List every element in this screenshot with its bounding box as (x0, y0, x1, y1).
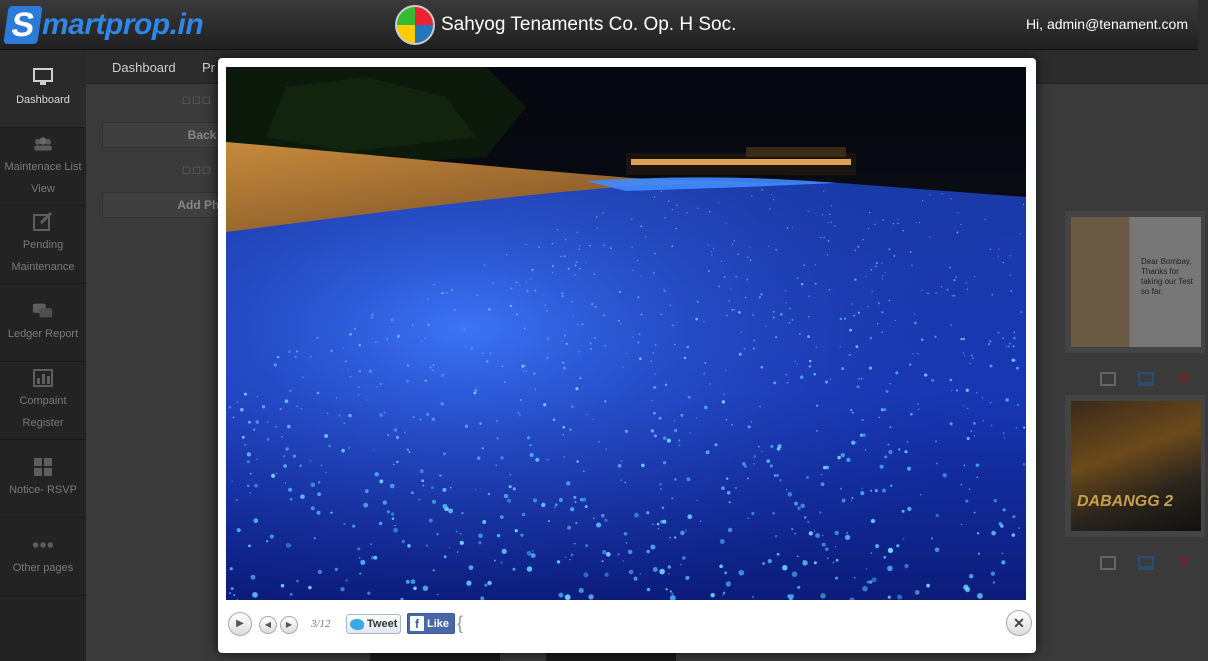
sidebar-item-pending-maintenance[interactable]: Pending Maintenance (0, 206, 86, 284)
sidebar-item-complaint-register[interactable]: Compaint Register (0, 362, 86, 440)
thumbnail-image: Dear Bombay, Thanks for taking our Test … (1071, 217, 1201, 347)
twitter-bird-icon (350, 618, 364, 630)
thumbnail-toolbar: ✕ (1100, 371, 1192, 387)
tweet-label: Tweet (367, 618, 398, 630)
gallery-thumbnail[interactable]: DABANGG 2 (1064, 394, 1206, 538)
sidebar-item-ledger-report[interactable]: Ledger Report (0, 284, 86, 362)
previous-button[interactable]: ◀ (259, 616, 277, 634)
top-header: S martprop.in Sahyog Tenaments Co. Op. H… (0, 0, 1208, 50)
bioluminescent-beach-photo (226, 67, 1026, 600)
edit-icon[interactable] (1100, 372, 1116, 386)
lightbox-photo[interactable] (226, 67, 1026, 600)
society-header: Sahyog Tenaments Co. Op. H Soc. (395, 4, 736, 46)
delete-icon[interactable]: ✕ (1176, 371, 1192, 387)
logo-text: martprop.in (42, 8, 204, 41)
smartprop-logo[interactable]: S martprop.in (3, 6, 204, 44)
edit-icon[interactable] (1100, 556, 1116, 570)
grid-icon (32, 457, 54, 477)
monitor-icon (32, 67, 54, 87)
gallery-thumbnail[interactable]: Dear Bombay, Thanks for taking our Test … (1064, 210, 1206, 354)
like-count-bubble: { (457, 613, 464, 633)
logo-s-mark: S (3, 6, 43, 44)
delete-icon[interactable]: ✕ (1176, 555, 1192, 571)
society-logo-icon (395, 5, 435, 45)
sidebar-item-label: Compaint Register (19, 394, 67, 429)
breadcrumb-dashboard[interactable]: Dashboard (112, 60, 176, 75)
checkbox-row: ☐☐☐ (182, 96, 212, 107)
sidebar-item-label: Ledger Report (7, 327, 79, 340)
sidebar-item-dashboard[interactable]: Dashboard (0, 50, 86, 128)
sidebar-item-label: Other pages (12, 561, 74, 574)
bar-chart-icon (32, 368, 54, 388)
thumbnail-image: DABANGG 2 (1071, 401, 1201, 531)
dots-icon (32, 535, 54, 555)
user-greeting[interactable]: Hi, admin@tenament.com (1026, 16, 1188, 32)
sidebar-item-label: Pending Maintenance (11, 238, 75, 273)
sidebar-item-maintenance-list[interactable]: Maintenace List View (0, 128, 86, 206)
play-button[interactable]: ▶ (228, 612, 252, 636)
sidebar-item-label: Dashboard (16, 93, 70, 106)
sidebar-item-notice-rsvp[interactable]: Notice- RSVP (0, 440, 86, 518)
lightbox-controls: ▶ ◀ ▶ 3/12 Tweet f Like { ✕ (226, 610, 1032, 640)
image-counter: 3/12 (311, 618, 331, 630)
chat-icon (32, 301, 54, 321)
breadcrumb-current[interactable]: Pr (202, 60, 215, 75)
thumbnail-edge (370, 653, 500, 661)
lightbox-modal: ▶ ◀ ▶ 3/12 Tweet f Like { ✕ (218, 58, 1036, 653)
header-edge (1198, 0, 1208, 50)
close-button[interactable]: ✕ (1006, 610, 1032, 636)
edit-icon (32, 211, 54, 232)
thumbnail-caption: Dear Bombay, Thanks for taking our Test … (1141, 257, 1193, 296)
next-button[interactable]: ▶ (280, 616, 298, 634)
users-icon (32, 134, 54, 154)
sidebar-item-label: Notice- RSVP (9, 483, 77, 496)
thumbnail-toolbar: ✕ (1100, 555, 1192, 571)
tweet-button[interactable]: Tweet (346, 614, 401, 634)
like-label: Like (427, 617, 450, 630)
sidebar: Dashboard Maintenace List View Pending M… (0, 50, 86, 661)
monitor-icon[interactable] (1138, 372, 1154, 386)
facebook-like-button[interactable]: f Like (407, 613, 455, 634)
sidebar-item-other-pages[interactable]: Other pages (0, 518, 86, 596)
thumbnail-edge (546, 653, 676, 661)
checkbox-row: ☐☐☐ (182, 166, 212, 177)
thumbnail-caption: DABANGG 2 (1077, 493, 1174, 510)
monitor-icon[interactable] (1138, 556, 1154, 570)
sidebar-item-label: Maintenace List View (4, 160, 82, 195)
society-name: Sahyog Tenaments Co. Op. H Soc. (441, 14, 737, 35)
facebook-icon: f (410, 616, 424, 631)
